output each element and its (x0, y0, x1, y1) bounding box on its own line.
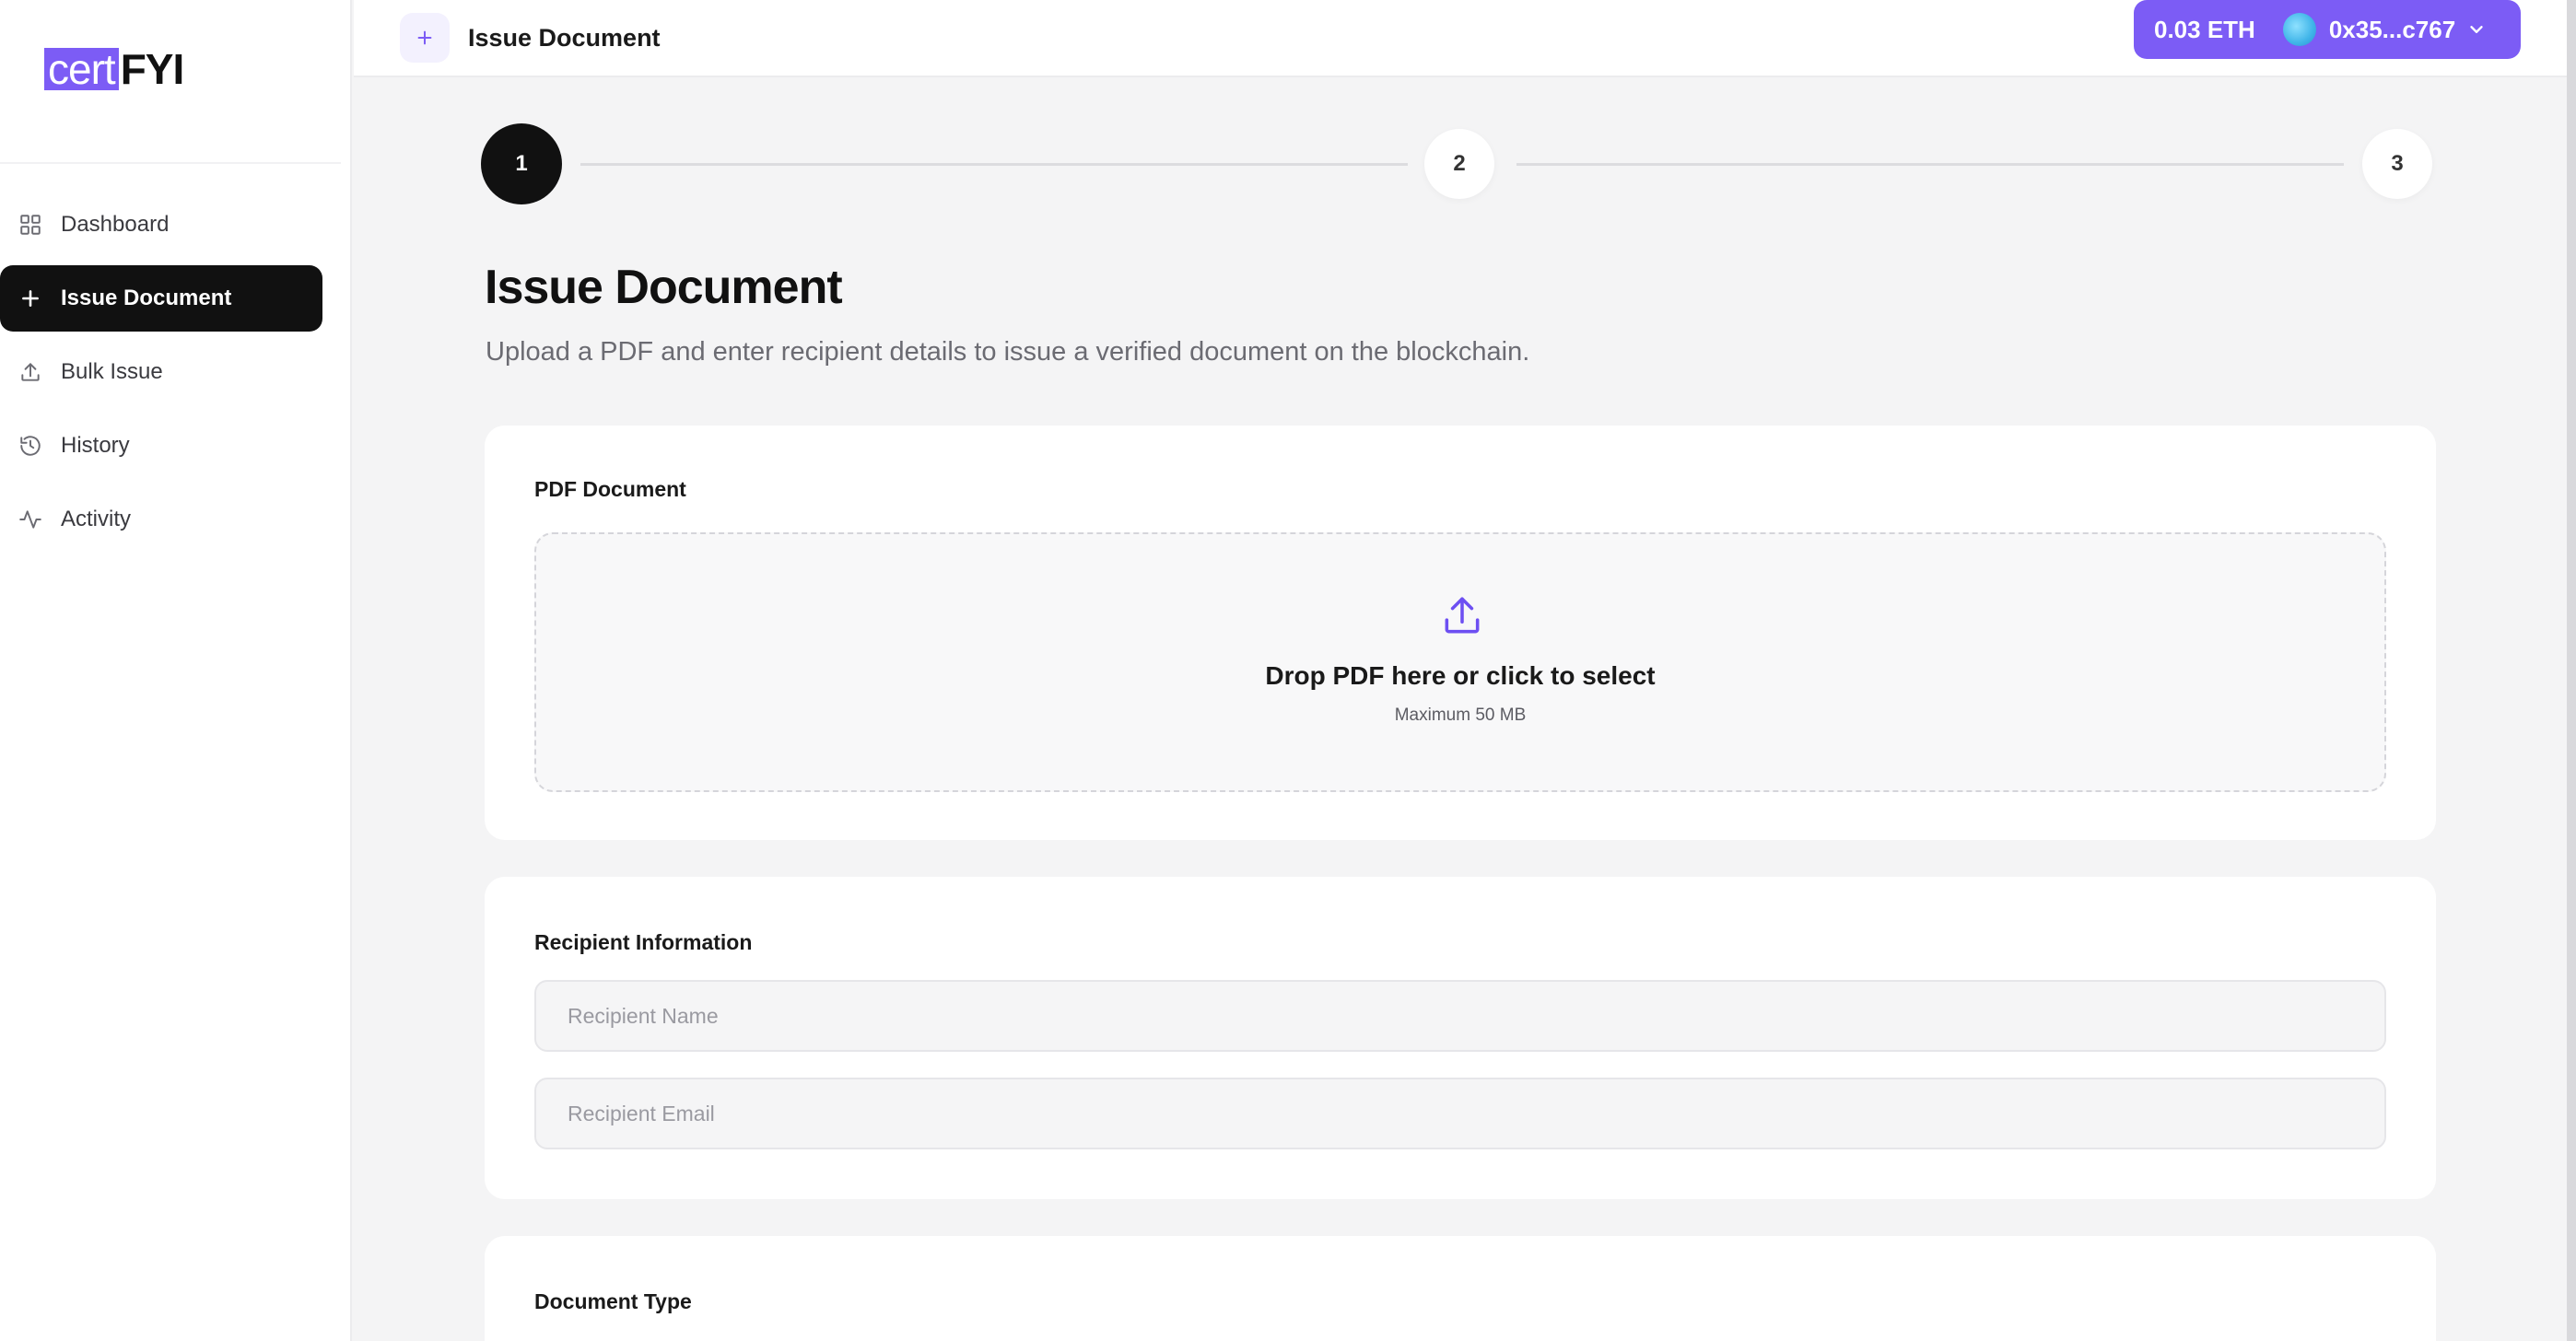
sidebar-item-dashboard[interactable]: Dashboard (0, 192, 322, 258)
wallet-avatar-icon (2282, 13, 2316, 46)
brand-logo[interactable]: cert FYI (44, 45, 185, 93)
sidebar-item-label: Issue Document (61, 286, 232, 310)
step-1[interactable]: 1 (481, 123, 562, 204)
sidebar-item-label: Dashboard (61, 212, 170, 237)
sidebar-nav: Dashboard Issue Document Bulk Issue Hist… (0, 192, 322, 560)
top-bar: Issue Document 0.03 ETH 0x35...c767 (354, 0, 2576, 77)
upload-icon (18, 360, 42, 384)
sidebar-item-label: Activity (61, 507, 132, 531)
step-connector (1516, 163, 2344, 166)
header-title: Issue Document (468, 24, 661, 52)
sidebar-item-issue-document[interactable]: Issue Document (0, 265, 322, 332)
upload-icon (1445, 597, 1480, 634)
step-connector (580, 163, 1408, 166)
page-subtitle: Upload a PDF and enter recipient details… (486, 337, 1530, 367)
recipient-email-input[interactable] (534, 1078, 2386, 1149)
pdf-dropzone[interactable]: Drop PDF here or click to select Maximum… (534, 532, 2386, 792)
recipient-information-card: Recipient Information (485, 877, 2436, 1199)
plus-icon (18, 286, 42, 310)
sidebar-item-history[interactable]: History (0, 413, 322, 479)
sidebar-item-activity[interactable]: Activity (0, 486, 322, 553)
history-clock-icon (18, 434, 42, 458)
recipient-name-input[interactable] (534, 980, 2386, 1052)
pdf-document-card: PDF Document Drop PDF here or click to s… (485, 426, 2436, 840)
app-root: cert FYI Dashboard Issue Document Bulk I… (0, 0, 2576, 1341)
pdf-section-label: PDF Document (534, 477, 686, 501)
wallet-address: 0x35...c767 (2328, 15, 2456, 43)
recipient-section-label: Recipient Information (534, 930, 753, 954)
dropzone-title: Drop PDF here or click to select (1265, 661, 1656, 690)
window-edge (2567, 0, 2576, 1341)
sidebar: cert FYI Dashboard Issue Document Bulk I… (0, 0, 352, 1341)
activity-pulse-icon (18, 507, 42, 531)
chevron-down-icon (2470, 26, 2483, 33)
page-title: Issue Document (485, 261, 843, 314)
dropzone-size-hint: Maximum 50 MB (1394, 705, 1527, 725)
dashboard-grid-icon (18, 213, 42, 237)
sidebar-item-label: History (61, 433, 130, 458)
sidebar-divider (0, 162, 341, 164)
wallet-button[interactable]: 0.03 ETH 0x35...c767 (2134, 0, 2521, 59)
logo-cert-text: cert (44, 48, 119, 90)
wallet-balance: 0.03 ETH (2154, 15, 2255, 43)
document-type-label: Document Type (534, 1289, 692, 1313)
sidebar-item-bulk-issue[interactable]: Bulk Issue (0, 339, 322, 405)
header-plus-icon (400, 13, 450, 63)
progress-stepper: 1 2 3 (481, 123, 2432, 206)
step-3[interactable]: 3 (2362, 129, 2432, 199)
sidebar-item-label: Bulk Issue (61, 359, 163, 384)
step-2[interactable]: 2 (1424, 129, 1494, 199)
document-type-card: Document Type (485, 1236, 2436, 1341)
logo-fyi-text: FYI (120, 45, 185, 93)
